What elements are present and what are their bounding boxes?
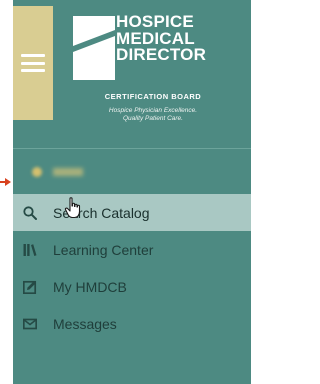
logo-line-director: DIRECTOR bbox=[116, 45, 207, 64]
hamburger-icon bbox=[21, 54, 45, 72]
annotation-arrow-icon bbox=[5, 178, 11, 186]
edit-icon bbox=[23, 280, 37, 294]
blurred-label bbox=[53, 167, 83, 176]
logo-wordmark: HOSPICE MEDICAL DIRECTOR bbox=[116, 13, 207, 64]
search-icon bbox=[23, 205, 37, 220]
sidebar-item-label: Messages bbox=[53, 315, 117, 332]
library-icon bbox=[23, 243, 37, 256]
sidebar: HOSPICE MEDICAL DIRECTOR CERTIFICATION B… bbox=[13, 0, 251, 384]
sidebar-item-learning-center[interactable]: Learning Center bbox=[13, 231, 251, 268]
logo-tagline-line-1: Hospice Physician Excellence. bbox=[108, 107, 198, 114]
sidebar-item-blurred[interactable] bbox=[13, 149, 251, 194]
envelope-icon bbox=[23, 318, 37, 329]
hand-cursor-icon bbox=[64, 197, 81, 219]
sidebar-nav: Search Catalog Learning Center My HMDCB … bbox=[13, 149, 251, 342]
logo-icon bbox=[73, 16, 115, 80]
sidebar-item-search-catalog[interactable]: Search Catalog bbox=[13, 194, 251, 231]
logo-tagline: Hospice Physician Excellence. Quality Pa… bbox=[73, 107, 233, 123]
sidebar-item-messages[interactable]: Messages bbox=[13, 305, 251, 342]
sidebar-item-my-hmdcb[interactable]: My HMDCB bbox=[13, 268, 251, 305]
logo-tagline-line-2: Quality Patient Care. bbox=[123, 115, 183, 122]
sidebar-header: HOSPICE MEDICAL DIRECTOR CERTIFICATION B… bbox=[13, 0, 251, 145]
sidebar-item-label: My HMDCB bbox=[53, 278, 127, 295]
sidebar-item-label: Learning Center bbox=[53, 241, 154, 258]
logo-subtitle: CERTIFICATION BOARD bbox=[104, 92, 202, 101]
blurred-icon bbox=[32, 166, 42, 177]
left-margin bbox=[0, 0, 13, 384]
menu-toggle-button[interactable] bbox=[13, 6, 53, 120]
